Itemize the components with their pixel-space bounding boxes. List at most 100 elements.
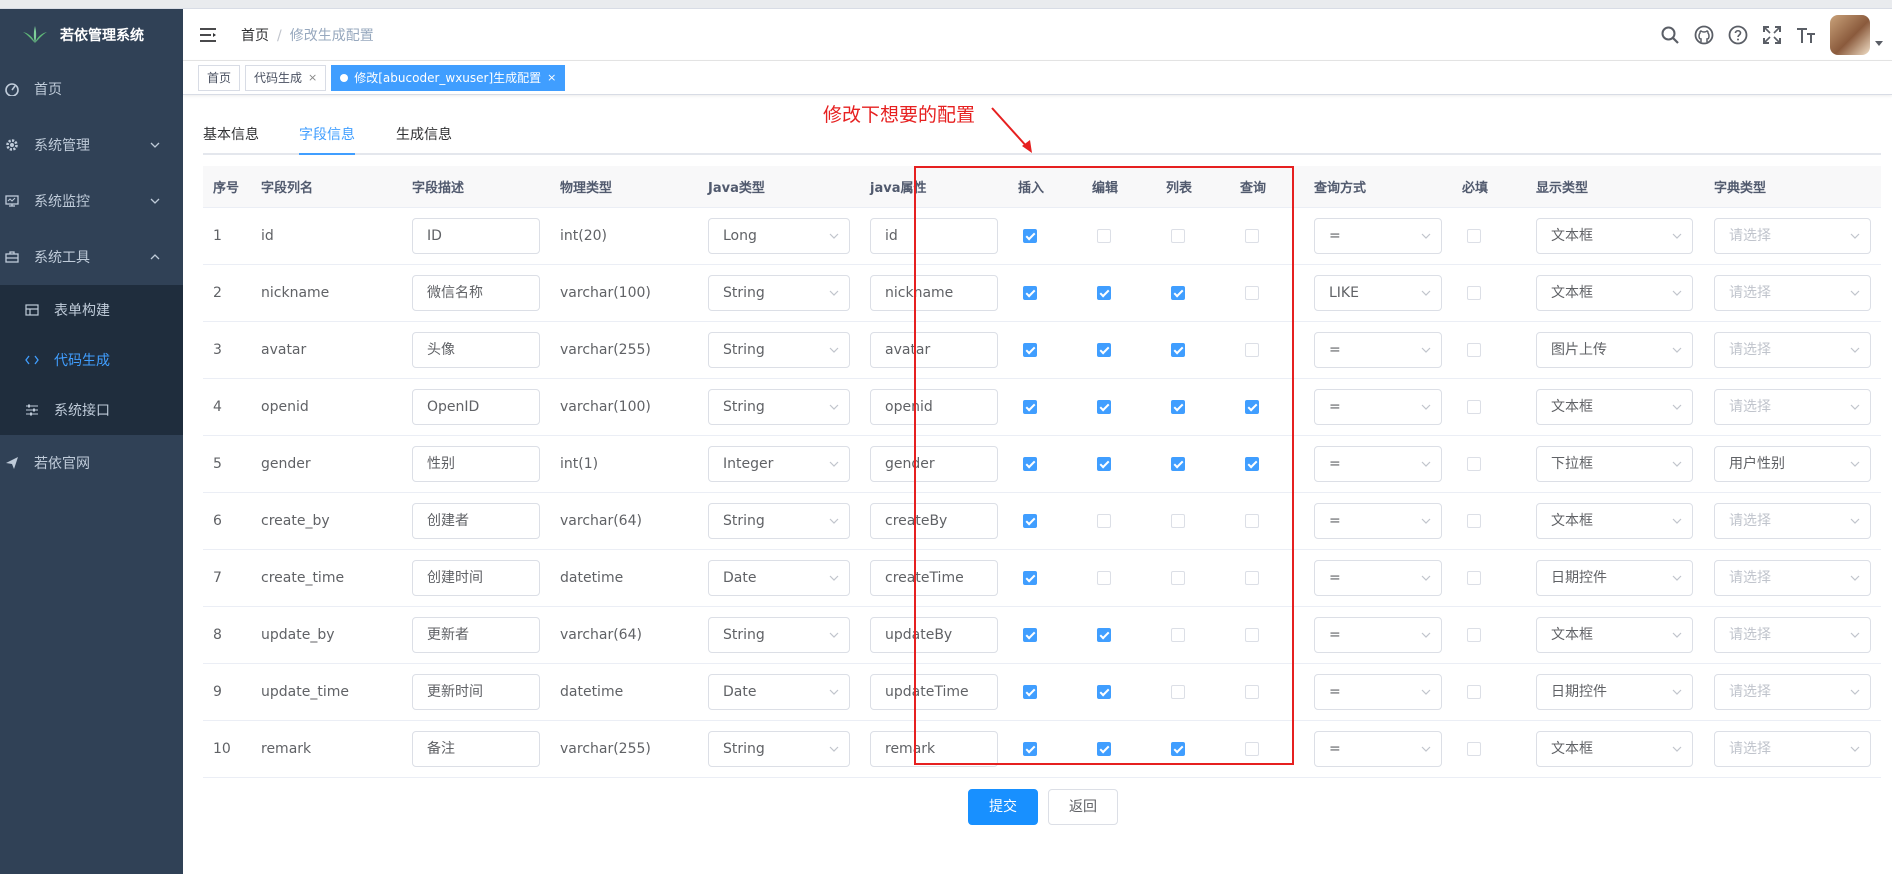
insert-checkbox[interactable] (1023, 457, 1037, 471)
java-type-select[interactable]: String (708, 731, 850, 767)
tag-home[interactable]: 首页 (198, 64, 241, 91)
query-checkbox[interactable] (1245, 514, 1259, 528)
query-type-select[interactable]: = (1314, 389, 1442, 425)
query-type-select[interactable]: = (1314, 617, 1442, 653)
column-desc-input[interactable]: 更新者 (412, 617, 540, 653)
dict-type-select[interactable]: 请选择 (1714, 731, 1871, 767)
logo[interactable]: 若依管理系统 (0, 9, 183, 61)
insert-checkbox[interactable] (1023, 685, 1037, 699)
java-field-input[interactable]: nickname (870, 275, 998, 311)
query-checkbox[interactable] (1245, 400, 1259, 414)
display-type-select[interactable]: 文本框 (1536, 731, 1693, 767)
tab-field-info[interactable]: 字段信息 (299, 115, 355, 155)
query-type-select[interactable]: = (1314, 503, 1442, 539)
query-checkbox[interactable] (1245, 742, 1259, 756)
column-desc-input[interactable]: OpenID (412, 389, 540, 425)
insert-checkbox[interactable] (1023, 742, 1037, 756)
fullscreen-icon[interactable] (1762, 25, 1782, 45)
java-field-input[interactable]: createTime (870, 560, 998, 596)
java-type-select[interactable]: Date (708, 674, 850, 710)
column-desc-input[interactable]: ID (412, 218, 540, 254)
display-type-select[interactable]: 文本框 (1536, 503, 1693, 539)
edit-checkbox[interactable] (1097, 514, 1111, 528)
dict-type-select[interactable]: 请选择 (1714, 560, 1871, 596)
caret-down-icon[interactable] (1874, 38, 1884, 48)
insert-checkbox[interactable] (1023, 514, 1037, 528)
required-checkbox[interactable] (1467, 571, 1481, 585)
column-desc-input[interactable]: 头像 (412, 332, 540, 368)
avatar[interactable] (1830, 15, 1870, 55)
query-checkbox[interactable] (1245, 343, 1259, 357)
required-checkbox[interactable] (1467, 286, 1481, 300)
edit-checkbox[interactable] (1097, 742, 1111, 756)
github-icon[interactable] (1694, 25, 1714, 45)
java-field-input[interactable]: avatar (870, 332, 998, 368)
query-checkbox[interactable] (1245, 685, 1259, 699)
search-icon[interactable] (1660, 25, 1680, 45)
java-type-select[interactable]: String (708, 275, 850, 311)
column-desc-input[interactable]: 创建时间 (412, 560, 540, 596)
help-icon[interactable] (1728, 25, 1748, 45)
list-checkbox[interactable] (1171, 457, 1185, 471)
java-field-input[interactable]: openid (870, 389, 998, 425)
java-type-select[interactable]: String (708, 503, 850, 539)
sidebar-item-home[interactable]: 首页 (0, 61, 183, 117)
required-checkbox[interactable] (1467, 514, 1481, 528)
sidebar-item-website[interactable]: 若依官网 (0, 435, 183, 491)
dict-type-select[interactable]: 请选择 (1714, 503, 1871, 539)
tab-gen-info[interactable]: 生成信息 (396, 115, 452, 155)
dict-type-select[interactable]: 请选择 (1714, 389, 1871, 425)
query-type-select[interactable]: = (1314, 332, 1442, 368)
java-type-select[interactable]: String (708, 617, 850, 653)
required-checkbox[interactable] (1467, 400, 1481, 414)
java-field-input[interactable]: remark (870, 731, 998, 767)
edit-checkbox[interactable] (1097, 286, 1111, 300)
list-checkbox[interactable] (1171, 571, 1185, 585)
list-checkbox[interactable] (1171, 628, 1185, 642)
java-field-input[interactable]: createBy (870, 503, 998, 539)
required-checkbox[interactable] (1467, 628, 1481, 642)
tag-codegen[interactable]: 代码生成 × (245, 64, 327, 91)
insert-checkbox[interactable] (1023, 400, 1037, 414)
list-checkbox[interactable] (1171, 343, 1185, 357)
edit-checkbox[interactable] (1097, 343, 1111, 357)
display-type-select[interactable]: 下拉框 (1536, 446, 1693, 482)
sidebar-item-system[interactable]: 系统管理 (0, 117, 183, 173)
required-checkbox[interactable] (1467, 742, 1481, 756)
query-type-select[interactable]: LIKE (1314, 275, 1442, 311)
java-field-input[interactable]: id (870, 218, 998, 254)
query-type-select[interactable]: = (1314, 446, 1442, 482)
query-checkbox[interactable] (1245, 457, 1259, 471)
sidebar-item-tools[interactable]: 系统工具 (0, 229, 183, 285)
query-type-select[interactable]: = (1314, 218, 1442, 254)
font-size-icon[interactable] (1796, 25, 1816, 45)
edit-checkbox[interactable] (1097, 628, 1111, 642)
sidebar-item-api[interactable]: 系统接口 (0, 385, 183, 435)
query-type-select[interactable]: = (1314, 731, 1442, 767)
close-icon[interactable]: × (547, 71, 556, 84)
tag-edit-config[interactable]: 修改[abucoder_wxuser]生成配置 × (331, 64, 566, 91)
required-checkbox[interactable] (1467, 685, 1481, 699)
insert-checkbox[interactable] (1023, 229, 1037, 243)
dict-type-select[interactable]: 请选择 (1714, 332, 1871, 368)
edit-checkbox[interactable] (1097, 457, 1111, 471)
submit-button[interactable]: 提交 (968, 789, 1038, 825)
java-field-input[interactable]: gender (870, 446, 998, 482)
query-checkbox[interactable] (1245, 286, 1259, 300)
back-button[interactable]: 返回 (1048, 789, 1118, 825)
dict-type-select[interactable]: 请选择 (1714, 218, 1871, 254)
tab-basic-info[interactable]: 基本信息 (203, 115, 259, 155)
insert-checkbox[interactable] (1023, 628, 1037, 642)
java-field-input[interactable]: updateTime (870, 674, 998, 710)
list-checkbox[interactable] (1171, 229, 1185, 243)
query-type-select[interactable]: = (1314, 674, 1442, 710)
display-type-select[interactable]: 图片上传 (1536, 332, 1693, 368)
hamburger-icon[interactable] (199, 26, 217, 44)
query-checkbox[interactable] (1245, 571, 1259, 585)
column-desc-input[interactable]: 更新时间 (412, 674, 540, 710)
dict-type-select[interactable]: 请选择 (1714, 617, 1871, 653)
java-field-input[interactable]: updateBy (870, 617, 998, 653)
sidebar-item-form-builder[interactable]: 表单构建 (0, 285, 183, 335)
list-checkbox[interactable] (1171, 286, 1185, 300)
insert-checkbox[interactable] (1023, 286, 1037, 300)
